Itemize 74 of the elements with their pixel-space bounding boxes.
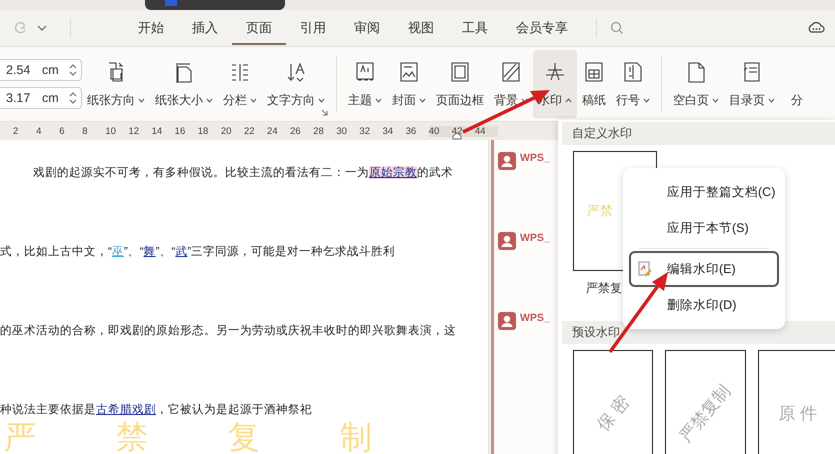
- ruler-number: 14: [152, 126, 164, 136]
- ribbon-button[interactable]: 目录页: [724, 50, 780, 118]
- menu-tab[interactable]: 视图: [394, 11, 448, 45]
- ruler-number: 30: [336, 126, 348, 136]
- ribbon-button[interactable]: 分: [780, 50, 814, 118]
- caret-icon: [318, 98, 325, 102]
- avatar-icon: [498, 312, 516, 330]
- ribbon-button[interactable]: 背景: [489, 50, 533, 118]
- caret-icon: [643, 98, 650, 102]
- watermark-text: 严禁复制: [4, 421, 452, 453]
- menu-tab[interactable]: 插入: [178, 11, 232, 45]
- paragraph-line: 种说法主要依据是古希腊戏剧，它被认为是起源于酒神祭祀: [0, 402, 313, 418]
- comment-author: WPS_: [520, 312, 550, 324]
- ruler-number: 26: [290, 126, 302, 136]
- watermark-name: 严禁复: [586, 280, 622, 297]
- avatar-icon: [498, 232, 516, 250]
- ribbon-button[interactable]: 纸张方向: [82, 50, 150, 118]
- caret-icon: [419, 98, 426, 102]
- margin-field[interactable]: 3.17 cm: [0, 87, 82, 109]
- ruler-number: 4: [36, 126, 42, 136]
- caret-icon: [250, 98, 257, 102]
- ruler-number: 22: [244, 126, 256, 136]
- ribbon-button[interactable]: 空白页: [668, 50, 724, 118]
- ruler-number: 24: [267, 126, 279, 136]
- ribbon-button[interactable]: 封面: [387, 50, 431, 118]
- menu-item[interactable]: 删除水印(D): [629, 287, 779, 323]
- section-header: 自定义水印: [562, 122, 835, 145]
- ruler-number: 18: [198, 126, 210, 136]
- ribbon-button[interactable]: 页面边框: [431, 50, 489, 118]
- ruler-number: 36: [406, 126, 418, 136]
- caret-icon: [375, 98, 382, 102]
- paragraph-line: 的巫术活动的合称，即戏剧的原始形态。另一为劳动或庆祝丰收时的即兴歌舞表演，这: [0, 323, 457, 339]
- ruler-number: 20: [220, 126, 232, 136]
- comment-author: WPS_: [520, 232, 550, 244]
- caret-icon: [138, 98, 145, 102]
- spinner-icon[interactable]: [69, 91, 77, 105]
- spinner-icon[interactable]: [69, 63, 77, 77]
- menu-item[interactable]: 编辑水印(E): [629, 251, 779, 287]
- ruler-number: 44: [474, 126, 498, 136]
- caret-icon: [565, 98, 572, 102]
- ribbon-button[interactable]: 行号: [611, 50, 655, 118]
- ribbon-button[interactable]: 分栏: [218, 50, 262, 118]
- expand-icon[interactable]: [321, 109, 328, 116]
- ruler-number: 8: [82, 126, 89, 136]
- document-icon: [165, 0, 177, 6]
- menu-tab[interactable]: 审阅: [340, 11, 394, 45]
- ruler-number: 12: [128, 126, 140, 136]
- caret-icon: [768, 98, 775, 102]
- ruler-number: 6: [59, 126, 66, 136]
- paragraph-line: 戏剧的起源实不可考，有多种假说。比较主流的看法有二：一为原始宗教的武术: [32, 165, 454, 181]
- caret-icon: [206, 98, 213, 102]
- comment-author: WPS_: [520, 152, 550, 164]
- paragraph-line: 式，比如上古中文，“巫”、“舞”、“武”三字同源，可能是对一种乞求战斗胜利: [0, 244, 396, 260]
- ruler-number: 2: [13, 126, 20, 136]
- ruler-number: 40: [428, 126, 452, 136]
- avatar-icon: [498, 152, 516, 170]
- search-icon[interactable]: [609, 20, 625, 36]
- caret-icon: [521, 98, 528, 102]
- caret-icon: [712, 98, 719, 102]
- ribbon-button[interactable]: 稿纸: [577, 50, 611, 118]
- ruler-number: 28: [313, 126, 325, 136]
- menu-tab[interactable]: 工具: [448, 11, 502, 45]
- menu-tab[interactable]: 引用: [286, 11, 340, 45]
- ribbon-button[interactable]: 文字方向: [262, 50, 330, 118]
- ruler-number: 10: [105, 126, 117, 136]
- menu-tab[interactable]: 会员专享: [502, 11, 582, 45]
- ruler-number: 16: [174, 126, 186, 136]
- ribbon-button[interactable]: 主题: [343, 50, 387, 118]
- menu-tab[interactable]: 开始: [124, 11, 178, 45]
- margin-field[interactable]: 2.54 cm: [0, 59, 82, 81]
- edit-document-icon: [637, 261, 653, 277]
- ruler-number: 32: [359, 126, 371, 136]
- ruler-number: 34: [382, 126, 394, 136]
- ribbon-button[interactable]: 纸张大小: [150, 50, 218, 118]
